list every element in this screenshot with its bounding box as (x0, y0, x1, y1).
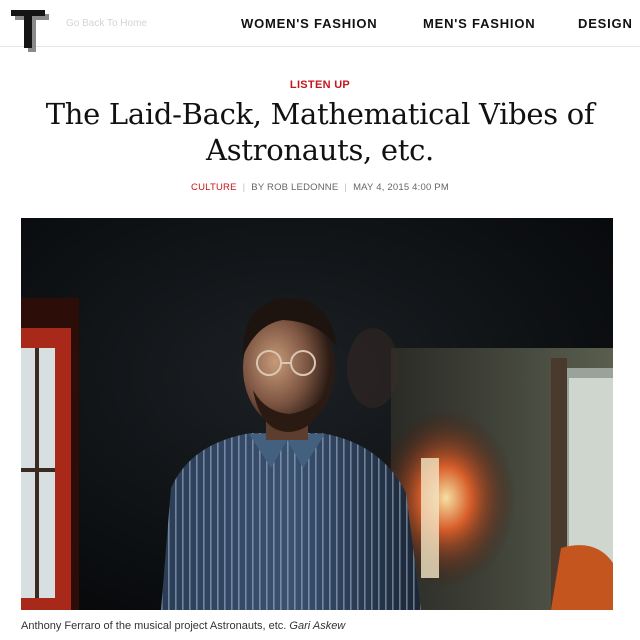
photo-credit: Gari Askew (289, 620, 346, 632)
caption-text: Anthony Ferraro of the musical project A… (21, 620, 287, 632)
meta-separator: | (344, 182, 348, 193)
photo-caption: Anthony Ferraro of the musical project A… (21, 620, 621, 632)
nav-mens-fashion[interactable]: MEN'S FASHION (423, 16, 535, 31)
nav-womens-fashion[interactable]: WOMEN'S FASHION (241, 16, 377, 31)
meta-separator: | (242, 182, 246, 193)
site-header: Go Back To Home WOMEN'S FASHION MEN'S FA… (0, 0, 640, 52)
article-kicker: LISTEN UP (289, 79, 351, 91)
byline: BY ROB LEDONNE (251, 182, 339, 193)
publish-date: MAY 4, 2015 4:00 PM (353, 182, 449, 193)
main-nav: WOMEN'S FASHION MEN'S FASHION DESIGN (0, 16, 640, 36)
article-photo (21, 218, 613, 610)
category-link[interactable]: CULTURE (191, 182, 237, 193)
nav-design[interactable]: DESIGN (578, 16, 633, 31)
article-headline: The Laid-Back, Mathematical Vibes of Ast… (45, 97, 595, 167)
article-meta: CULTURE | BY ROB LEDONNE | MAY 4, 2015 4:00 … (0, 182, 640, 193)
portrait-photo-illustration (21, 218, 613, 610)
